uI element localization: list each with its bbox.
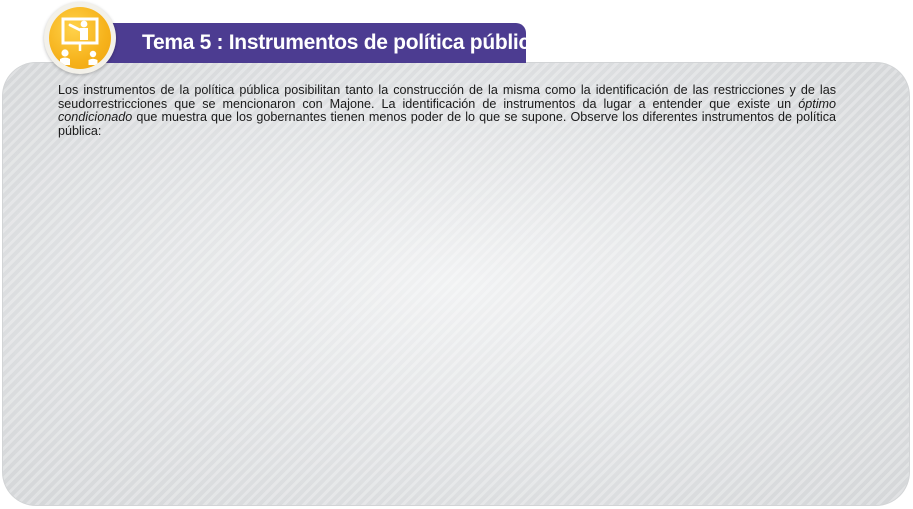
topic-badge (44, 2, 116, 74)
title-banner: Tema 5 : Instrumentos de política públic… (96, 23, 542, 63)
page: Los instrumentos de la política pública … (0, 0, 913, 509)
intro-text-part1: Los instrumentos de la política pública … (58, 83, 836, 111)
page-title: Tema 5 : Instrumentos de política públic… (142, 31, 542, 54)
presenter-at-board-icon (49, 7, 111, 69)
intro-text-part2: que muestra que los gobernantes tienen m… (58, 110, 837, 138)
intro-paragraph: Los instrumentos de la política pública … (58, 83, 837, 138)
